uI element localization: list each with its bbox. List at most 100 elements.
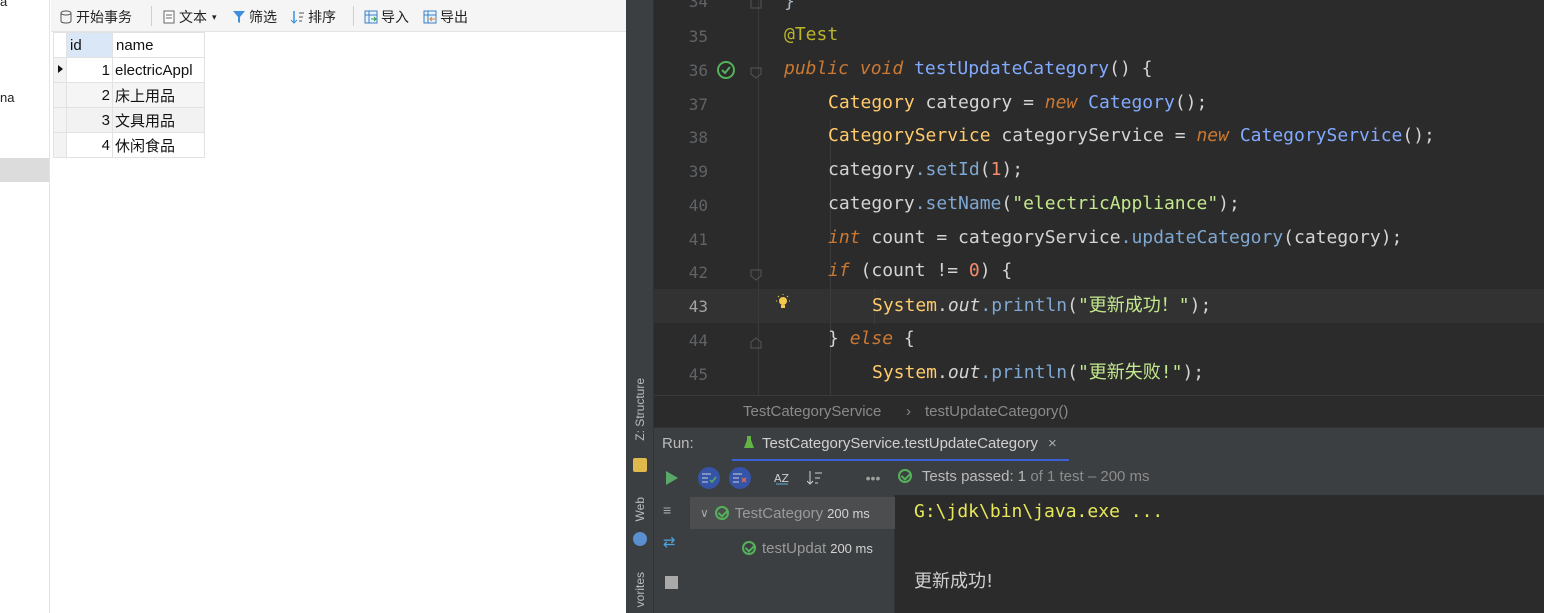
run-tab-label: TestCategoryService.testUpdateCategory [762,435,1038,452]
cell-name[interactable]: 休闲食品 [112,132,205,158]
console-output-line: 更新成功! [914,571,994,592]
ctor-paren: (); [1174,92,1208,113]
more-icon[interactable]: ••• [862,467,884,489]
svg-text:AZ: AZ [774,472,790,485]
sidebar-item-top[interactable]: a [0,0,7,9]
dot: . [937,362,948,383]
favorites-tool-tab[interactable]: vorites [633,572,647,607]
fold-icon[interactable] [750,334,762,353]
filter-icon [232,10,246,24]
brace: ) { [979,260,1013,281]
table-row[interactable]: 1 electricAppl [53,57,205,83]
table-row[interactable]: 4 休闲食品 [53,132,205,158]
sort-alphabetically-icon[interactable]: AZ [771,467,793,489]
paren: ( [1067,295,1078,316]
fold-icon[interactable] [750,0,762,13]
table-row[interactable]: 2 床上用品 [53,82,205,108]
rerun-icon[interactable] [661,467,683,489]
paren: ); [1218,193,1240,214]
sort-by-duration-icon[interactable] [804,467,826,489]
code-line-35: @Test [784,18,838,52]
row-indicator [53,132,67,158]
code-line-45: System.out.println("更新失败!"); [872,356,1204,390]
code-editor[interactable]: 34 35 36 37 38 39 40 41 42 43 44 45 } @T… [654,0,1544,395]
web-tool-tab[interactable]: Web [633,497,647,521]
clear-all-icon[interactable]: ≡ [663,502,671,518]
keyword-int: int [828,227,861,248]
keyword-else: else [849,328,894,349]
var-ref: category [828,159,915,180]
test-results-tree: ∨ TestCategory 200 ms testUpdat 200 ms [690,495,895,613]
globe-icon [633,532,647,546]
var-decl: count = categoryService [860,227,1121,248]
cell-name[interactable]: 文具用品 [112,107,205,133]
method-call: .setName [914,193,1002,214]
cell-name[interactable]: electricAppl [112,57,205,83]
keyword-void: void [859,58,904,79]
lightbulb-icon[interactable] [774,294,792,316]
passed-check-icon [714,506,729,520]
begin-transaction-label: 开始事务 [76,9,132,25]
sort-button[interactable]: 排序 [290,7,336,27]
run-tab[interactable]: TestCategoryService.testUpdateCategory × [732,428,1069,462]
fold-icon[interactable] [750,64,762,83]
paren: ( [979,159,991,180]
cell-id[interactable]: 1 [66,57,113,83]
database-icon [59,10,73,24]
sidebar-item-mid[interactable]: na [0,90,14,105]
text-view-button[interactable]: 文本 ▾ [162,7,217,27]
cell-name[interactable]: 床上用品 [112,82,205,108]
method-call: .setId [914,159,980,180]
method-call: .println [980,295,1068,316]
import-button[interactable]: 导入 [364,7,409,27]
run-panel-header: Run: TestCategoryService.testUpdateCateg… [654,427,1544,462]
console-output[interactable]: G:\jdk\bin\java.exe ... 更新成功! [895,495,1544,613]
column-header-name[interactable]: name [112,32,205,58]
string-literal: "更新成功！" [1077,295,1190,316]
method-paren: () { [1109,58,1153,79]
cell-id[interactable]: 3 [66,107,113,133]
export-button[interactable]: 导出 [423,7,468,27]
type-category-service: CategoryService [828,125,991,146]
type-category: Category [828,92,915,113]
var-ref: category [828,193,915,214]
sidebar-selected-item[interactable] [0,158,49,182]
breadcrumb-class[interactable]: TestCategoryService [743,403,881,420]
sort-label: 排序 [308,9,336,25]
begin-transaction-button[interactable]: 开始事务 [59,7,132,27]
swap-icon[interactable]: ⇄ [663,533,676,551]
breadcrumb-method[interactable]: testUpdateCategory() [925,403,1068,420]
closing-brace: } [784,0,795,12]
test-tree-item-class[interactable]: ∨ TestCategory 200 ms [690,497,895,529]
paren: ); [1189,295,1212,316]
structure-tool-tab[interactable]: Z: Structure [633,378,647,441]
toolbar-divider [151,6,152,26]
column-header-id[interactable]: id [66,32,113,58]
test-status: Tests passed: 1 of 1 test – 200 ms [898,468,1150,485]
paren: ( [1001,193,1013,214]
close-icon[interactable]: × [1048,435,1057,452]
show-passed-icon[interactable] [698,467,720,489]
stop-icon[interactable] [665,576,678,589]
run-test-icon[interactable] [716,60,736,84]
cell-id[interactable]: 4 [66,132,113,158]
toolbar-divider [353,6,354,26]
cell-id[interactable]: 2 [66,82,113,108]
code-line-44: } else { [828,322,915,356]
filter-button[interactable]: 筛选 [232,7,277,27]
line-number: 37 [688,95,708,114]
test-class-label: TestCategory [734,504,824,522]
fold-icon[interactable] [750,266,762,285]
tests-total: of 1 test – 200 ms [1030,468,1150,485]
line-number: 38 [688,128,708,147]
test-tree-item-method[interactable]: testUpdat 200 ms [690,532,895,564]
left-tool-strip: Z: Structure Web vorites [626,0,654,613]
method-call: .updateCategory [1120,227,1284,248]
run-toolbar: AZ ••• Tests passed: 1 of 1 test – 200 m… [654,461,1544,495]
annotation-test: @Test [784,24,839,45]
show-ignored-icon[interactable] [729,467,751,489]
dot: . [937,295,948,316]
table-row[interactable]: 3 文具用品 [53,107,205,133]
keyword-if: if [828,260,850,281]
row-indicator-header [53,32,67,58]
